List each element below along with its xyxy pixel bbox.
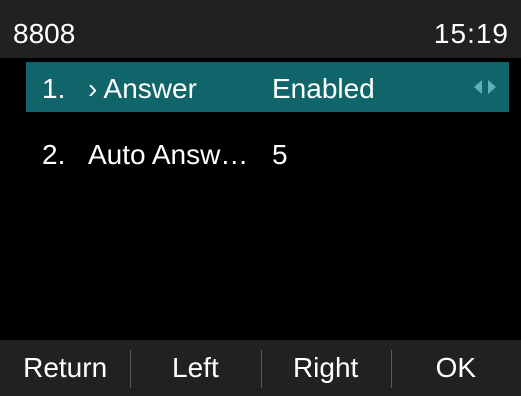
return-softkey[interactable]: Return: [0, 340, 130, 396]
ok-softkey[interactable]: OK: [390, 340, 521, 396]
arrow-left-icon[interactable]: [474, 80, 482, 94]
arrow-right-icon[interactable]: [488, 80, 496, 94]
item-label: › Answer: [88, 73, 197, 104]
settings-list: 1. › Answer Enabled 2. Auto Answ… 5: [0, 58, 521, 338]
softkey-bar: Return Left Right OK: [0, 340, 521, 396]
list-item-auto-answer[interactable]: 1. › Answer Enabled: [26, 62, 509, 112]
item-index: 1.: [42, 73, 66, 104]
item-label: Auto Answ…: [88, 139, 249, 170]
right-softkey[interactable]: Right: [260, 340, 391, 396]
list-item-auto-answer-delay[interactable]: 2. Auto Answ… 5: [26, 128, 509, 178]
item-index: 2.: [42, 139, 66, 170]
status-bar: 8808 15:19: [0, 0, 521, 58]
left-softkey[interactable]: Left: [130, 340, 260, 396]
item-value: 5: [272, 139, 288, 170]
item-value: Enabled: [272, 73, 375, 104]
extension-number: 8808: [13, 18, 76, 49]
value-switch-arrows[interactable]: [474, 79, 496, 95]
clock: 15:19: [433, 18, 509, 49]
